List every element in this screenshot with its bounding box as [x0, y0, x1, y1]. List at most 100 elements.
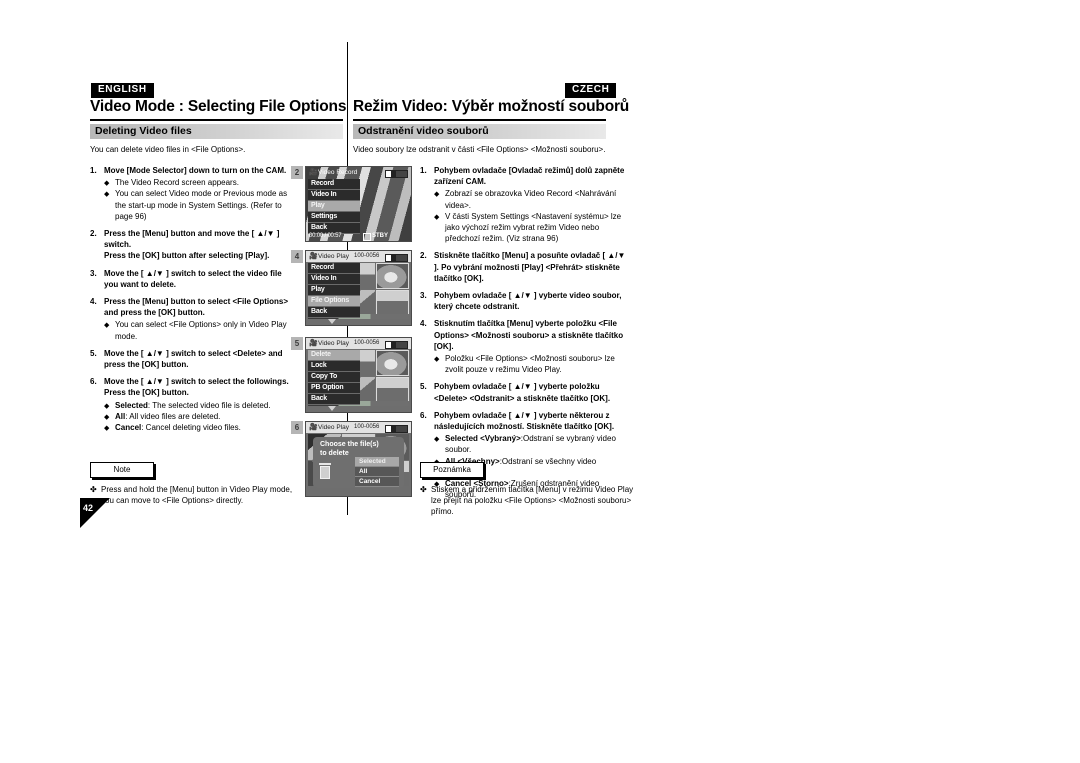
menu-item-record[interactable]: Record — [308, 179, 360, 190]
battery-icon — [395, 425, 408, 433]
manual-page: ENGLISH CZECH Video Mode : Selecting Fil… — [0, 0, 1080, 763]
menu-item-settings[interactable]: Settings — [308, 212, 360, 223]
menu-item-play[interactable]: Play — [308, 201, 360, 212]
steps-list-english: 1. Move [Mode Selector] down to turn on … — [90, 165, 297, 439]
menu-item-back[interactable]: Back — [308, 394, 360, 405]
page-number: 42 — [83, 503, 94, 513]
step-text-secondary: Press the [OK] button after selecting [P… — [104, 251, 270, 261]
dialog-option-selected[interactable]: Selected — [355, 457, 399, 467]
step-item: 4. Press the [Menu] button to select <Fi… — [90, 296, 297, 342]
bullet-item: ◆ The Video Record screen appears. — [104, 177, 297, 188]
battery-icon — [395, 170, 408, 178]
menu-item-delete[interactable]: Delete — [308, 350, 360, 361]
lcd-top-status-bar: 🎥 Video Play 100-0056 — [306, 338, 411, 349]
menu-item-copy-to[interactable]: Copy To — [308, 372, 360, 383]
thumbnail-item[interactable] — [376, 350, 409, 376]
menu-item-file-options[interactable]: File Options — [308, 296, 360, 307]
lcd-menu-list[interactable]: Delete Lock Copy To PB Option Back — [308, 350, 360, 405]
step-number: 3. — [90, 268, 97, 278]
menu-item-record[interactable]: Record — [308, 263, 360, 274]
page-title-czech: Režim Video: Výběr možností souborů — [353, 98, 630, 115]
note-bullet-icon: ✤ — [90, 485, 97, 494]
bullet-item: ◆ Selected: The selected video file is de… — [104, 400, 297, 411]
step-bullets: ◆ Selected: The selected video file is de… — [104, 400, 297, 434]
thumbnail-item[interactable] — [376, 289, 409, 315]
step-number: 2. — [90, 229, 97, 239]
standby-box-icon — [363, 233, 371, 241]
note-box-czech: Poznámka — [420, 462, 484, 478]
step-item: 1. Move [Mode Selector] down to turn on … — [90, 165, 297, 222]
step-number: 6. — [90, 377, 97, 387]
step-text: Press the [Menu] button and move the [ ▲… — [104, 229, 280, 250]
bullet-text: You can select Video mode or Previous mo… — [115, 189, 288, 221]
step-text: Pohybem ovladače [Ovladač režimů] dolů z… — [434, 166, 625, 187]
memory-card-icon — [385, 425, 395, 433]
note-text-english: ✤ Press and hold the [Menu] button in Vid… — [90, 484, 306, 506]
menu-item-pb-option[interactable]: PB Option — [308, 383, 360, 394]
video-camera-icon: 🎥 — [309, 253, 318, 260]
thumbnail-item[interactable] — [376, 376, 409, 402]
bullet-item: ◆ Cancel: Cancel deleting video files. — [104, 422, 297, 433]
section-title-czech: Odstranění video souborů — [358, 125, 489, 137]
lcd-file-number: 100-0056 — [354, 340, 380, 346]
step-text: Pohybem ovladače [ ▲/▼ ] vyberte video s… — [434, 291, 622, 312]
step-text: Move the [ ▲/▼ ] switch to select the fo… — [104, 377, 289, 398]
lcd-menu-list[interactable]: Record Video In Play File Options Back — [308, 263, 360, 318]
camera-screen-video-play-menu: 🎥 Video Play 100-0056 Record Video In Pl… — [305, 250, 412, 326]
screen-marker-4: 4 — [291, 250, 303, 263]
title-rule-czech — [353, 119, 606, 121]
step-bullets: ◆ Zobrazí se obrazovka Video Record <Nahr… — [434, 188, 627, 244]
menu-item-back[interactable]: Back — [308, 307, 360, 318]
step-text: Press the [Menu] button to select <File … — [104, 297, 289, 318]
bullet-label: Selected — [115, 400, 148, 410]
dialog-options-list[interactable]: Selected All Cancel — [355, 457, 399, 487]
camera-screen-video-record: 🎥 Video Record Record Video In Play Sett… — [305, 166, 412, 242]
menu-item-lock[interactable]: Lock — [308, 361, 360, 372]
bullet-label: All — [115, 411, 126, 421]
note-box-english: Note — [90, 462, 154, 478]
bullet-label: Selected <Vybraný> — [445, 434, 521, 444]
lcd-file-number: 100-0056 — [354, 253, 380, 259]
screen-marker-6: 6 — [291, 421, 303, 434]
menu-item-video-in[interactable]: Video In — [308, 190, 360, 201]
bullet-item: ◆ Zobrazí se obrazovka Video Record <Nahr… — [434, 188, 627, 210]
step-text: Pohybem ovladače [ ▲/▼ ] vyberte položku… — [434, 382, 611, 403]
lcd-top-status-bar: 🎥 Video Record — [306, 167, 411, 178]
scroll-down-arrow-icon[interactable] — [328, 406, 336, 411]
step-text: Move the [ ▲/▼ ] switch to select <Delet… — [104, 348, 283, 370]
menu-item-play[interactable]: Play — [308, 285, 360, 296]
dialog-option-all[interactable]: All — [355, 467, 399, 477]
note-body-english: Press and hold the [Menu] button in Vide… — [101, 485, 293, 505]
step-bullets: ◆ The Video Record screen appears. ◆ You c… — [104, 177, 297, 222]
lcd-mode-title: Video Record — [318, 169, 358, 176]
bullet-text: The Video Record screen appears. — [115, 178, 239, 188]
dialog-option-cancel[interactable]: Cancel — [355, 477, 399, 487]
bullet-label: Cancel — [115, 423, 142, 433]
trash-can-icon — [319, 463, 331, 479]
bullet-text: Položku <File Options> <Možnosti souboru… — [445, 354, 615, 375]
video-camera-icon: 🎥 — [309, 169, 318, 176]
step-item: 1. Pohybem ovladače [Ovladač režimů] dol… — [420, 165, 627, 244]
language-badge-czech: CZECH — [565, 83, 617, 98]
memory-card-icon — [385, 170, 395, 178]
scroll-down-arrow-icon[interactable] — [328, 319, 336, 324]
lcd-mode-title: Video Play — [318, 340, 349, 347]
bullet-item: ◆ All: All video files are deleted. — [104, 411, 297, 422]
lcd-mode-title: Video Play — [318, 424, 349, 431]
step-number: 4. — [90, 297, 97, 307]
delete-confirmation-dialog: Choose the file(s) to delete Selected Al… — [313, 437, 404, 488]
title-rule-english — [90, 119, 343, 121]
step-number: 3. — [420, 291, 427, 301]
step-text: Pohybem ovladače [ ▲/▼ ] vyberte některo… — [434, 410, 615, 432]
step-number: 1. — [90, 166, 97, 175]
steps-list-czech: 1. Pohybem ovladače [Ovladač režimů] dol… — [420, 165, 627, 506]
lcd-menu-list[interactable]: Record Video In Play Settings Back — [308, 179, 360, 234]
thumbnail-item[interactable] — [376, 263, 409, 289]
step-number: 5. — [420, 382, 427, 392]
video-camera-icon: 🎥 — [309, 424, 318, 431]
bullet-text: : Cancel deleting video files. — [141, 423, 241, 433]
note-body-czech: Stiskem a přidržením tlačítka [Menu] v r… — [431, 485, 634, 516]
section-header-czech: Odstranění video souborů — [353, 124, 606, 139]
step-item: 4. Stisknutím tlačítka [Menu] vyberte po… — [420, 318, 627, 375]
menu-item-video-in[interactable]: Video In — [308, 274, 360, 285]
